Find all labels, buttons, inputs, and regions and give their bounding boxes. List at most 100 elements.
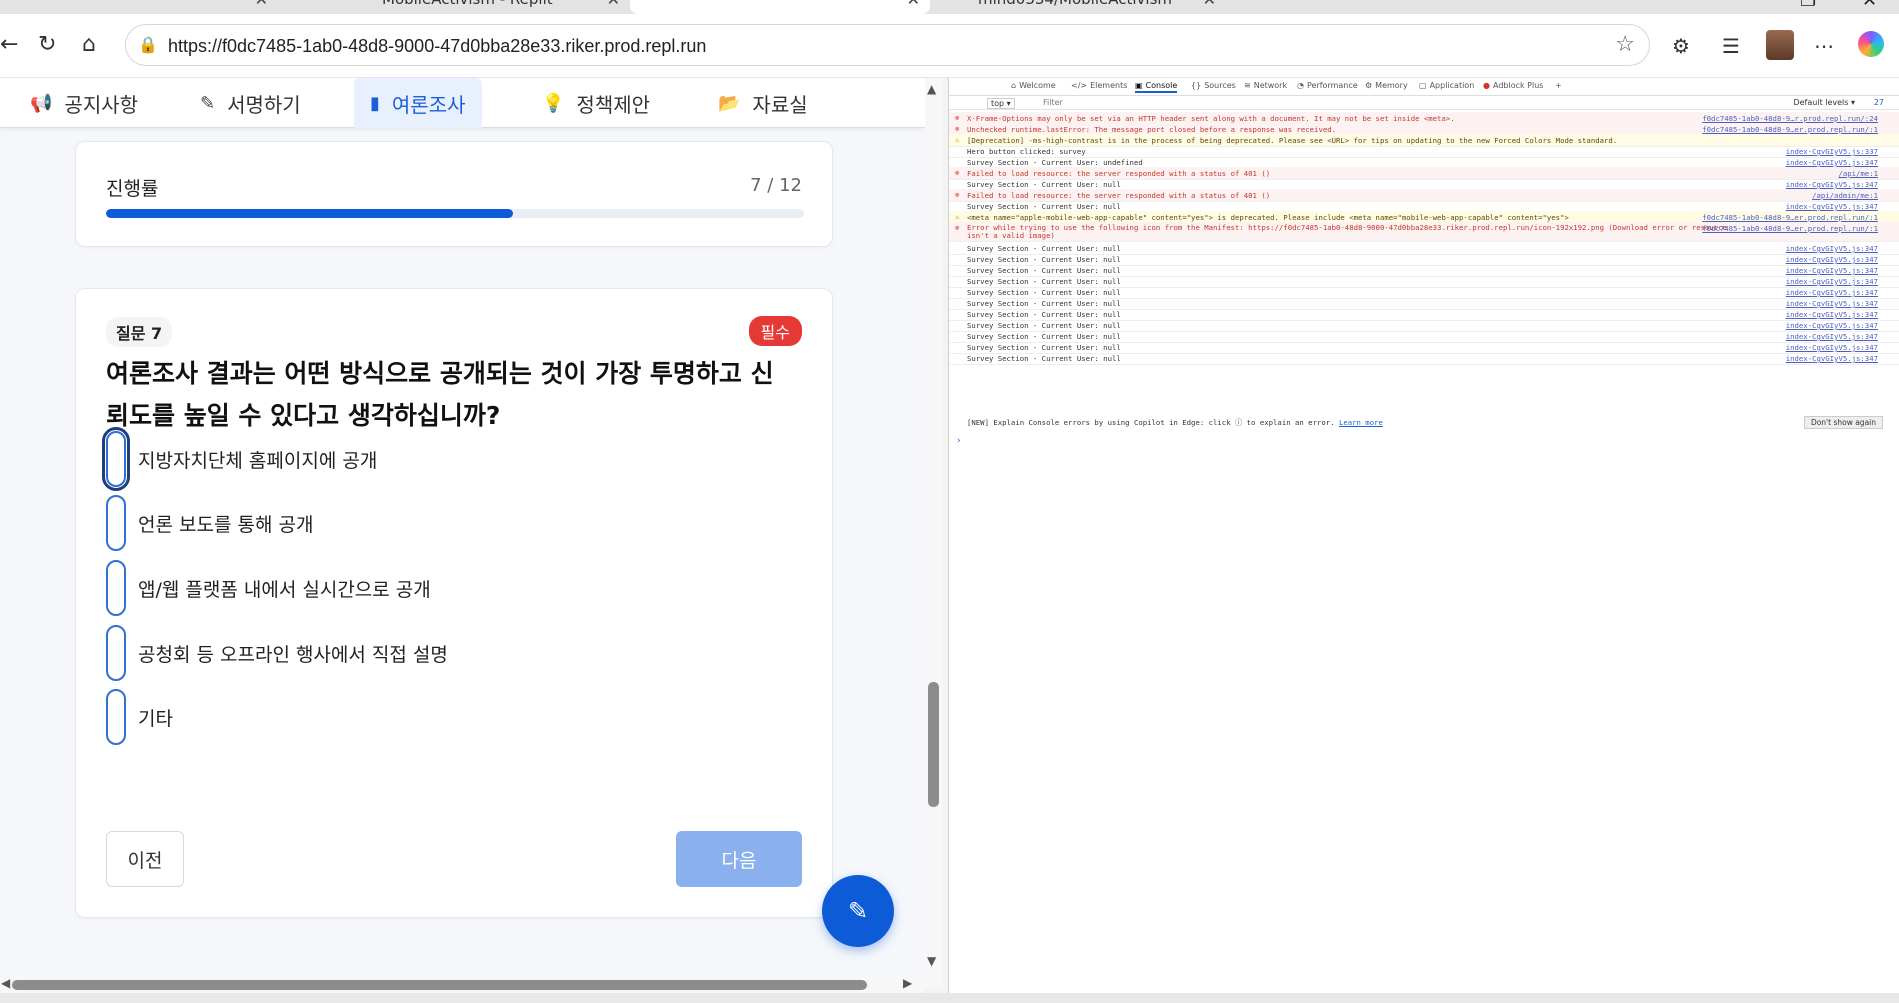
console-log-row[interactable]: ⊗ Error while trying to use the following… [949, 222, 1899, 242]
option-label: 공청회 등 오프라인 행사에서 직접 설명 [138, 643, 448, 666]
console-log-source-link[interactable]: index-CgvGIyV5.js:347 [1786, 332, 1878, 341]
scroll-down-icon[interactable]: ▼ [927, 954, 936, 968]
console-log-message: Unchecked runtime.lastError: The message… [967, 125, 1337, 134]
console-log-source-link[interactable]: f0dc7485-1ab0-48d8-9…er.prod.repl.run/:1 [1702, 125, 1878, 134]
close-window-icon[interactable]: ✕ [1862, 0, 1877, 11]
filter-input[interactable]: Filter [1043, 98, 1063, 107]
console-log-source-link[interactable]: index-CgvGIyV5.js:347 [1786, 266, 1878, 275]
option-radio[interactable] [106, 560, 126, 616]
nav-item-notices[interactable]: 📢 공지사항 [30, 78, 138, 128]
scroll-right-icon[interactable]: ▶ [903, 976, 912, 990]
context-select[interactable]: top ▾ [987, 98, 1015, 109]
copilot-icon[interactable] [1858, 31, 1884, 57]
copilot-tip: [NEW] Explain Console errors by using Co… [967, 418, 1383, 427]
close-tab-icon[interactable]: ✕ [607, 0, 620, 9]
vertical-scrollbar[interactable]: ▲ ▼ [925, 78, 943, 988]
devtools-tab-memory[interactable]: ⚙ Memory [1365, 81, 1408, 90]
add-tab-icon[interactable]: + [1555, 81, 1562, 90]
console-log-source-link[interactable]: index-CgvGIyV5.js:347 [1786, 288, 1878, 297]
console-log-source-link[interactable]: f0dc7485-1ab0-48d8-9…er.prod.repl.run/:1 [1702, 213, 1878, 222]
console-log-source-link[interactable]: /api/me:1 [1838, 169, 1878, 178]
url-text[interactable]: https://f0dc7485-1ab0-48d8-9000-47d0bba2… [168, 36, 706, 57]
console-log-source-link[interactable]: /api/admin/me:1 [1812, 191, 1878, 200]
address-bar[interactable]: 🔒 https://f0dc7485-1ab0-48d8-9000-47d0bb… [125, 24, 1650, 66]
console-log-message: Error while trying to use the following … [967, 223, 1728, 240]
more-menu-icon[interactable]: ⋯ [1814, 34, 1834, 58]
console-log-message: Hero button clicked: survey [967, 147, 1086, 156]
favorites-icon[interactable]: ☰ [1722, 34, 1740, 58]
console-log-source-link[interactable]: index-CgvGIyV5.js:347 [1786, 343, 1878, 352]
site-info-icon[interactable]: 🔒 [138, 35, 158, 54]
nav-item-policy[interactable]: 💡 정책제안 [542, 78, 650, 128]
devtools-tab-adblock[interactable]: ● Adblock Plus [1483, 81, 1543, 90]
favorite-star-icon[interactable]: ☆ [1615, 32, 1635, 57]
console-log-source-link[interactable]: index-CgvGIyV5.js:347 [1786, 202, 1878, 211]
console-log-source-link[interactable]: index-CgvGIyV5.js:347 [1786, 180, 1878, 189]
scroll-left-icon[interactable]: ◀ [1, 976, 10, 990]
option-radio[interactable] [106, 495, 126, 551]
devtools-tab-welcome[interactable]: ⌂ Welcome [1011, 81, 1056, 90]
console-log-row[interactable]: Survey Section - Current User: null index… [949, 352, 1899, 365]
console-log-source-link[interactable]: index-CgvGIyV5.js:347 [1786, 299, 1878, 308]
extensions-icon[interactable]: ⚙ [1672, 34, 1690, 58]
sources-icon: {} [1191, 81, 1202, 90]
home-icon[interactable]: ⌂ [82, 32, 96, 57]
console-log-source-link[interactable]: index-CgvGIyV5.js:347 [1786, 354, 1878, 363]
option-radio[interactable] [102, 427, 130, 491]
warning-icon: ⚠ [955, 213, 960, 221]
browser-tab-active[interactable]: ✕ [630, 0, 930, 14]
option-press[interactable]: 언론 보도를 통해 공개 [106, 495, 313, 551]
devtools-tab-network[interactable]: ≋ Network [1244, 81, 1287, 90]
option-offline[interactable]: 공청회 등 오프라인 행사에서 직접 설명 [106, 625, 448, 681]
console-log-source-link[interactable]: index-CgvGIyV5.js:347 [1786, 321, 1878, 330]
reload-icon[interactable]: ↻ [38, 32, 56, 57]
scroll-up-icon[interactable]: ▲ [927, 82, 936, 96]
close-tab-icon[interactable]: ✕ [255, 0, 268, 9]
learn-more-link[interactable]: Learn more [1339, 418, 1383, 427]
browser-tab-github[interactable]: mind0334/MobileActivism✕ [936, 0, 1226, 14]
close-tab-icon[interactable]: ✕ [1203, 0, 1216, 9]
option-homepage[interactable]: 지방자치단체 홈페이지에 공개 [102, 427, 377, 491]
nav-item-survey[interactable]: ▮ 여론조사 [354, 78, 482, 128]
console-log-source-link[interactable]: index-CgvGIyV5.js:347 [1786, 277, 1878, 286]
option-realtime[interactable]: 앱/웹 플랫폼 내에서 실시간으로 공개 [106, 560, 431, 616]
option-radio[interactable] [106, 689, 126, 745]
bar-chart-icon: ▮ [370, 92, 380, 114]
floating-sign-button[interactable]: ✎ [822, 875, 894, 947]
devtools-tab-sources[interactable]: {} Sources [1191, 81, 1236, 90]
option-radio[interactable] [106, 625, 126, 681]
horizontal-scrollbar[interactable]: ◀ ▶ [0, 975, 925, 993]
devtools-tab-elements[interactable]: </> Elements [1071, 81, 1127, 90]
nav-item-library[interactable]: 📂 자료실 [718, 78, 808, 128]
browser-tab-1[interactable]: ✕ [0, 0, 278, 14]
option-other[interactable]: 기타 [106, 689, 173, 745]
console-log-source-link[interactable]: index-CgvGIyV5.js:347 [1786, 255, 1878, 264]
devtools-tabs: ⌂ Welcome </> Elements ▣ Console {} Sources … [949, 78, 1899, 96]
console-log-source-link[interactable]: f0dc7485-1ab0-48d8-9…r.prod.repl.run/:24 [1702, 114, 1878, 123]
scroll-thumb[interactable] [928, 682, 939, 807]
nav-item-sign[interactable]: ✎ 서명하기 [200, 78, 301, 128]
console-log-message: Survey Section - Current User: null [967, 255, 1121, 264]
browser-tab-replit[interactable]: MobileActivism - Replit✕ [340, 0, 630, 14]
restore-window-icon[interactable]: ❐ [1800, 0, 1816, 11]
devtools-tab-performance[interactable]: ◔ Performance [1297, 81, 1358, 90]
devtools-tab-console[interactable]: ▣ Console [1135, 81, 1178, 93]
console-log-source-link[interactable]: index-CgvGIyV5.js:347 [1786, 244, 1878, 253]
devtools-tab-application[interactable]: ▢ Application [1419, 81, 1474, 90]
console-log-message: Survey Section - Current User: null [967, 277, 1121, 286]
console-log-source-link[interactable]: index-CgvGIyV5.js:347 [1786, 310, 1878, 319]
back-arrow-icon[interactable]: ← [0, 32, 18, 57]
close-tab-icon[interactable]: ✕ [907, 0, 920, 9]
prev-button[interactable]: 이전 [106, 831, 184, 887]
scroll-thumb[interactable] [12, 980, 867, 990]
console-log-source-link[interactable]: f0dc7485-1ab0-48d8-9…er.prod.repl.run/:1 [1702, 224, 1878, 233]
dont-show-again-button[interactable]: Don't show again [1803, 416, 1883, 429]
console-log-message: Survey Section - Current User: null [967, 180, 1121, 189]
console-prompt[interactable]: › [957, 436, 961, 446]
levels-select[interactable]: Default levels ▾ [1793, 98, 1855, 107]
console-log-source-link[interactable]: index-CgvGIyV5.js:347 [1786, 158, 1878, 167]
issues-count[interactable]: 27 [1874, 98, 1884, 107]
console-log-source-link[interactable]: index-CgvGIyV5.js:337 [1786, 147, 1878, 156]
profile-avatar[interactable] [1766, 30, 1794, 60]
next-button[interactable]: 다음 [676, 831, 802, 887]
